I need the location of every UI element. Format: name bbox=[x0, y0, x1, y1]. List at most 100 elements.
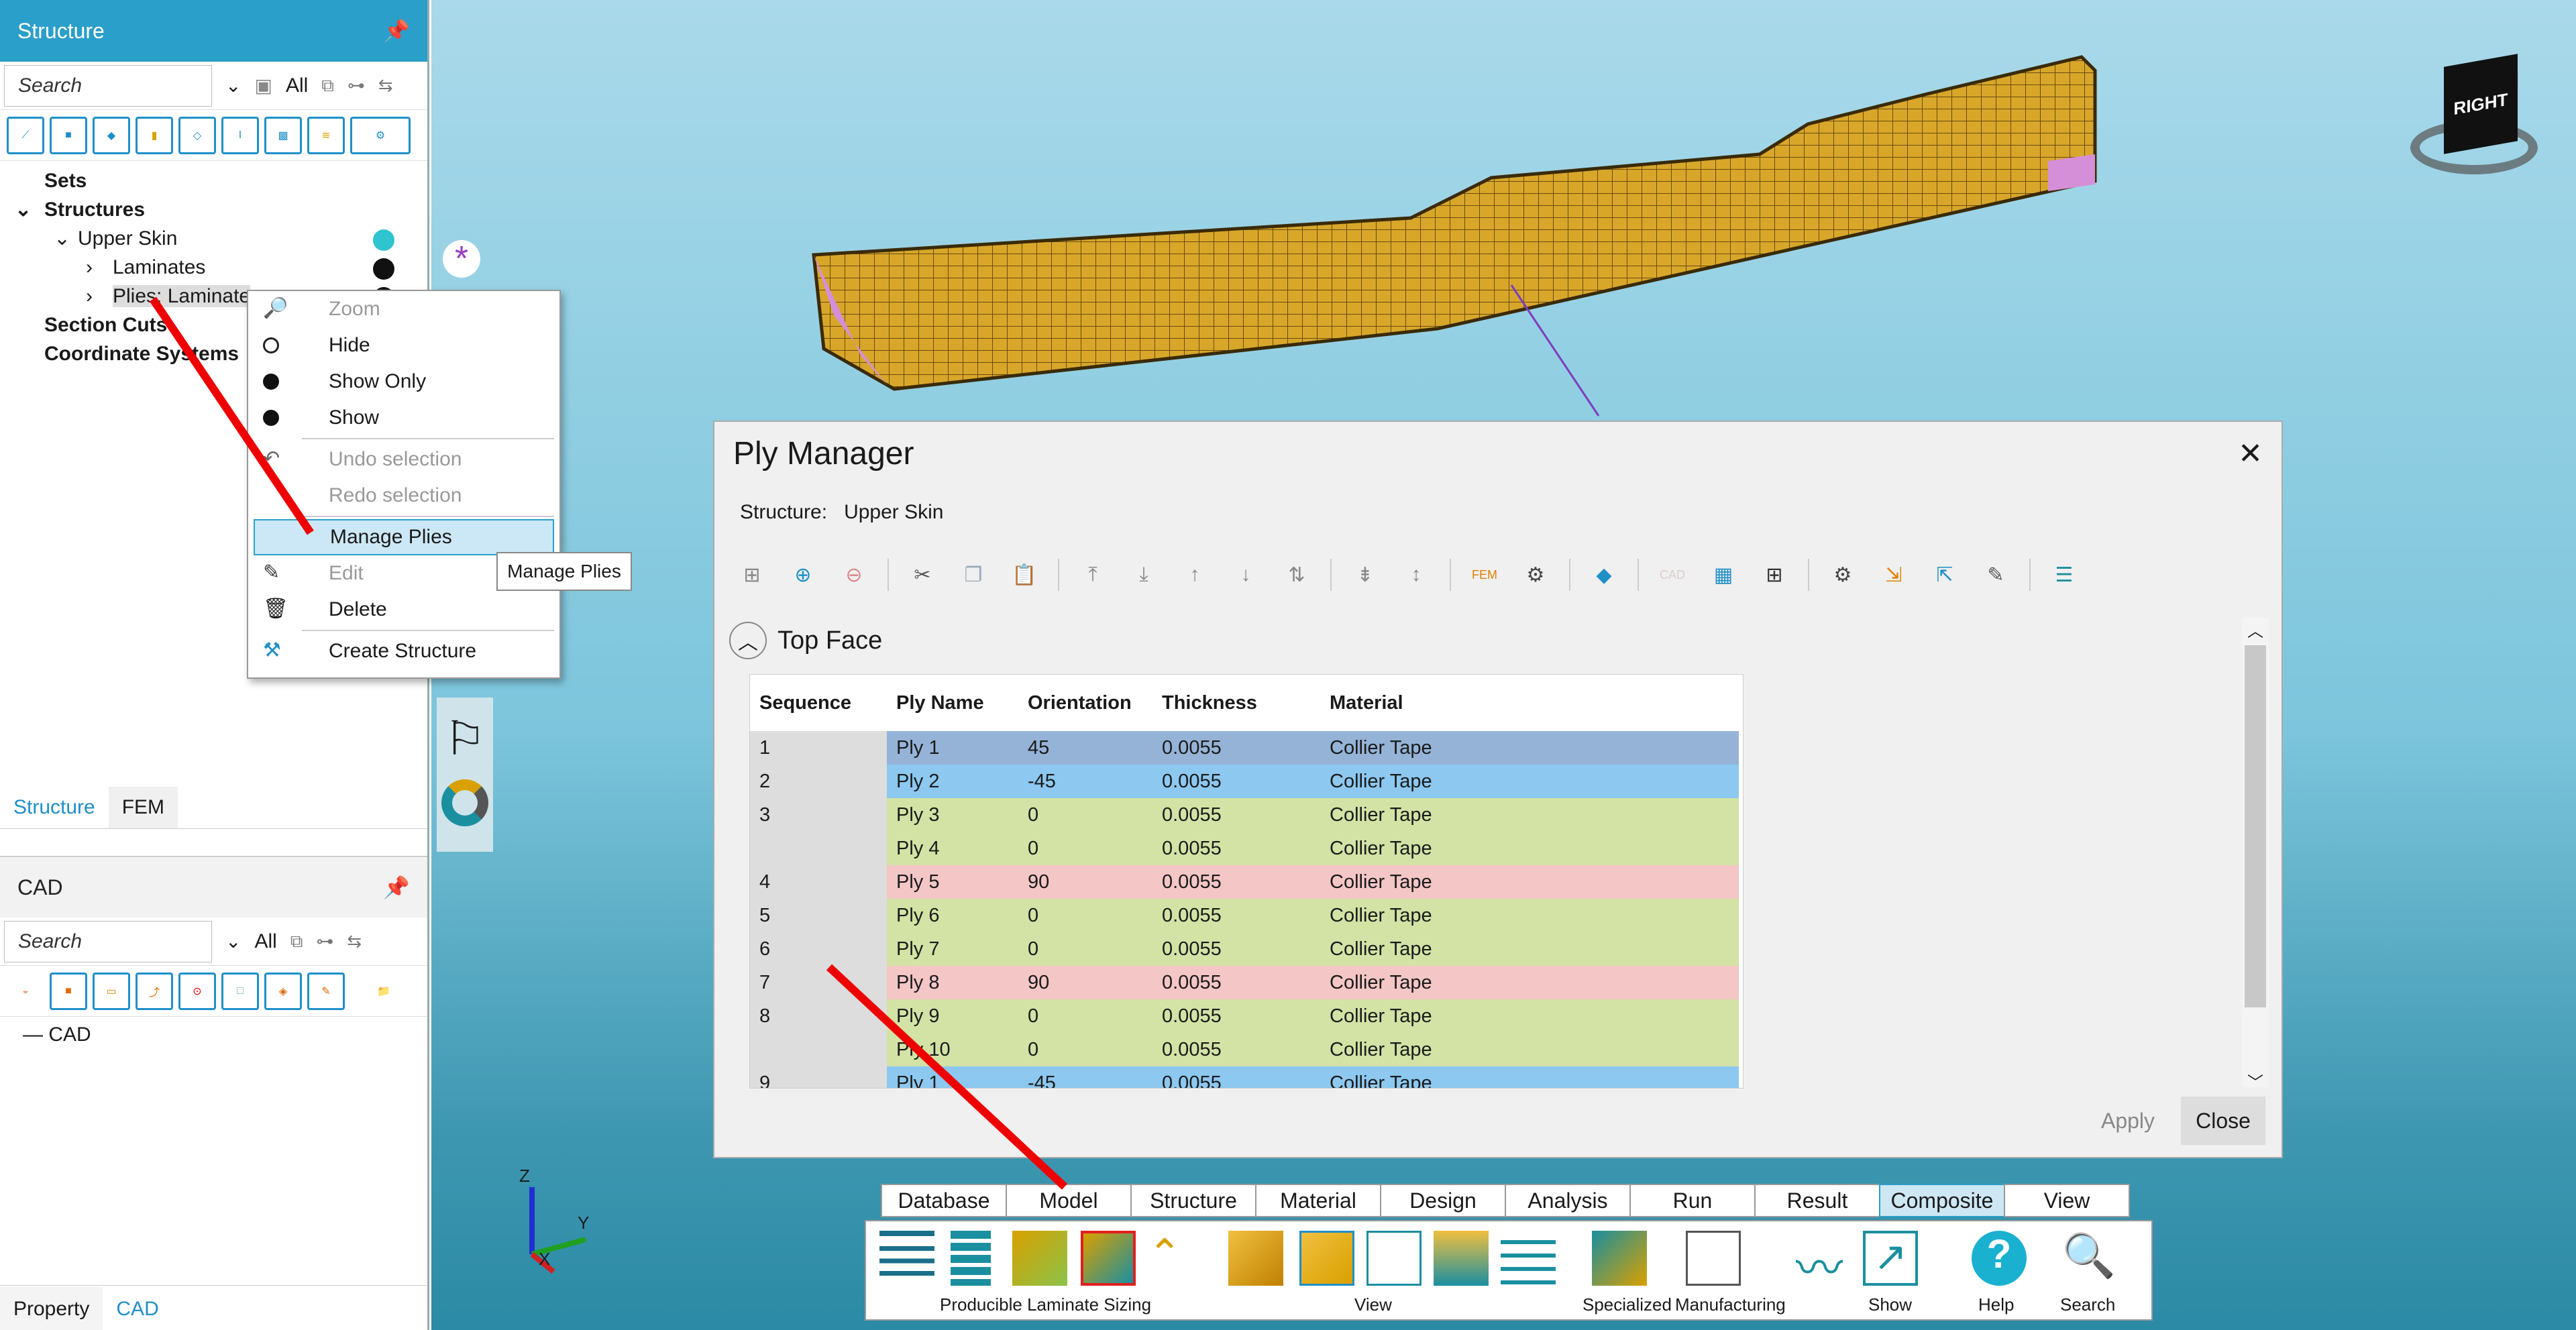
asterisk-icon[interactable]: * bbox=[443, 239, 480, 278]
filter-cube-icon[interactable]: ▣ bbox=[254, 74, 272, 97]
cad-surface-icon[interactable]: ▭ bbox=[93, 972, 130, 1010]
cad-tree-root[interactable]: — CAD bbox=[0, 1017, 427, 1046]
cell-thickness[interactable]: 0.0055 bbox=[1155, 865, 1323, 899]
move-up-icon[interactable]: ↑ bbox=[1177, 560, 1212, 590]
cell-ply-name[interactable]: Ply 9 bbox=[887, 999, 1021, 1033]
cell-sequence[interactable]: 1 bbox=[750, 731, 887, 765]
cell-thickness[interactable]: 0.0055 bbox=[1155, 932, 1323, 966]
grid-icon[interactable]: ▦ bbox=[1706, 560, 1741, 590]
cad-search-input[interactable]: Search bbox=[4, 920, 212, 962]
cell-ply-name[interactable]: Ply 4 bbox=[887, 832, 1021, 865]
cell-ply-name[interactable]: Ply 5 bbox=[887, 865, 1021, 899]
cell-orientation[interactable]: 0 bbox=[1021, 1033, 1155, 1066]
view-cube[interactable]: RIGHT bbox=[2410, 54, 2538, 181]
ribbon-tab-result[interactable]: Result bbox=[1754, 1184, 1880, 1217]
table-row[interactable]: 6 Ply 7 0 0.0055 Collier Tape bbox=[750, 932, 1743, 966]
ribbon-tab-material[interactable]: Material bbox=[1255, 1184, 1381, 1217]
cell-sequence[interactable]: 6 bbox=[750, 932, 887, 966]
all-filter[interactable]: All bbox=[254, 930, 276, 953]
menu-item-manage-plies[interactable]: Manage Plies bbox=[254, 519, 554, 555]
chevron-down-icon[interactable]: ⌄ bbox=[15, 195, 32, 224]
ribbon-tab-database[interactable]: Database bbox=[881, 1184, 1007, 1217]
chevron-down-icon[interactable]: ⌄ bbox=[225, 74, 241, 97]
search-icon[interactable]: 🔍 bbox=[2061, 1231, 2116, 1286]
panel-icon[interactable]: ◇ bbox=[178, 116, 216, 154]
remove-ply-icon[interactable]: ⊖ bbox=[837, 560, 871, 590]
color-dot-icon[interactable] bbox=[373, 258, 394, 280]
cad-point-icon[interactable]: ⊙ bbox=[178, 972, 216, 1010]
cell-ply-name[interactable]: Ply 8 bbox=[887, 966, 1021, 999]
manage-plies-icon[interactable] bbox=[1081, 1231, 1136, 1286]
cell-ply-name[interactable]: Ply 6 bbox=[887, 899, 1021, 932]
ribbon-tab-view[interactable]: View bbox=[2004, 1184, 2130, 1217]
cell-material[interactable]: Collier Tape bbox=[1323, 966, 1739, 999]
ribbon-tab-run[interactable]: Run bbox=[1629, 1184, 1756, 1217]
apply-button[interactable]: Apply bbox=[2084, 1097, 2171, 1145]
manufacturing-icon[interactable] bbox=[1686, 1231, 1741, 1286]
move-top-icon[interactable]: ⤒ bbox=[1075, 560, 1110, 590]
stack-view-icon[interactable]: ☰ bbox=[2047, 560, 2082, 590]
cell-thickness[interactable]: 0.0055 bbox=[1155, 798, 1323, 832]
cell-material[interactable]: Collier Tape bbox=[1323, 999, 1739, 1033]
menu-item-create-structure[interactable]: ⚒ Create Structure bbox=[248, 633, 559, 669]
add-ply-icon[interactable]: ⊞ bbox=[735, 560, 769, 590]
sort-icon[interactable]: ⇅ bbox=[1279, 560, 1314, 590]
show-export-icon[interactable]: ↗ bbox=[1863, 1231, 1918, 1286]
menu-item-hide[interactable]: Hide bbox=[248, 327, 559, 364]
cell-material[interactable]: Collier Tape bbox=[1323, 798, 1739, 832]
fem-to-cad-icon[interactable]: FEM bbox=[1467, 560, 1502, 590]
scrollbar[interactable]: ︿ ﹀ bbox=[2242, 618, 2269, 1092]
cell-sequence[interactable]: 2 bbox=[750, 765, 887, 798]
close-button[interactable]: Close bbox=[2181, 1097, 2265, 1145]
header-sequence[interactable]: Sequence bbox=[750, 675, 887, 731]
swap-icon[interactable]: ⇆ bbox=[347, 931, 362, 952]
expand-icon[interactable]: ↕ bbox=[1399, 560, 1434, 590]
cell-sequence[interactable]: 9 bbox=[750, 1066, 887, 1088]
table-row[interactable]: 1 Ply 1 45 0.0055 Collier Tape bbox=[750, 731, 1743, 765]
show-curve-icon[interactable]: 〰 bbox=[1796, 1231, 1851, 1294]
cell-thickness[interactable]: 0.0055 bbox=[1155, 1066, 1323, 1088]
cell-orientation[interactable]: 0 bbox=[1021, 832, 1155, 865]
cell-thickness[interactable]: 0.0055 bbox=[1155, 765, 1323, 798]
cell-thickness[interactable]: 0.0055 bbox=[1155, 1033, 1323, 1066]
flag-icon[interactable]: ⚐ bbox=[437, 711, 493, 766]
cad-edit-icon[interactable]: ✎ bbox=[307, 972, 345, 1010]
cell-orientation[interactable]: 90 bbox=[1021, 966, 1155, 999]
close-icon[interactable]: ✕ bbox=[2238, 437, 2263, 471]
gear-icon[interactable]: ⚙ bbox=[1518, 560, 1553, 590]
chevron-down-icon[interactable]: ⌄ bbox=[225, 930, 241, 952]
cell-orientation[interactable]: 90 bbox=[1021, 865, 1155, 899]
cell-material[interactable]: Collier Tape bbox=[1323, 865, 1739, 899]
table-icon[interactable]: ⊞ bbox=[1757, 560, 1792, 590]
cell-thickness[interactable]: 0.0055 bbox=[1155, 966, 1323, 999]
settings-icon[interactable]: ⚙ bbox=[1825, 560, 1860, 590]
menu-item-undo-selection[interactable]: ↶ Undo selection bbox=[248, 441, 559, 478]
cell-material[interactable]: Collier Tape bbox=[1323, 731, 1739, 765]
cell-sequence[interactable]: 4 bbox=[750, 865, 887, 899]
section-header[interactable]: ︿ Top Face bbox=[729, 622, 882, 659]
box-icon[interactable]: ▩ bbox=[264, 116, 302, 154]
cell-material[interactable]: Collier Tape bbox=[1323, 832, 1739, 865]
swap-icon[interactable]: ⇆ bbox=[378, 75, 393, 96]
cell-material[interactable]: Collier Tape bbox=[1323, 1066, 1739, 1088]
cell-orientation[interactable]: -45 bbox=[1021, 1066, 1155, 1088]
cell-thickness[interactable]: 0.0055 bbox=[1155, 899, 1323, 932]
color-wheel-icon[interactable] bbox=[441, 779, 488, 826]
cad-body-icon[interactable]: ◒ bbox=[7, 972, 44, 1010]
export-icon[interactable]: ⇱ bbox=[1927, 560, 1962, 590]
tab-structure[interactable]: Structure bbox=[0, 796, 109, 828]
copy-icon[interactable]: ❐ bbox=[956, 560, 991, 590]
cell-orientation[interactable]: 0 bbox=[1021, 798, 1155, 832]
import-icon[interactable]: ⇲ bbox=[1876, 560, 1911, 590]
all-filter[interactable]: All bbox=[286, 74, 308, 97]
ribbon-tab-composite[interactable]: Composite bbox=[1879, 1184, 2005, 1217]
collapse-chevron-icon[interactable]: ︿ bbox=[729, 622, 767, 659]
pin-icon[interactable]: 📌 bbox=[383, 875, 410, 900]
cell-orientation[interactable]: 0 bbox=[1021, 932, 1155, 966]
ply-layers-icon[interactable] bbox=[1012, 1231, 1067, 1286]
tab-fem[interactable]: FEM bbox=[108, 787, 178, 828]
chevron-right-icon[interactable]: › bbox=[86, 282, 93, 311]
ply-stack-icon[interactable]: ≋ bbox=[307, 116, 345, 154]
table-row[interactable]: 3 Ply 3 0 0.0055 Collier Tape bbox=[750, 798, 1743, 832]
cell-orientation[interactable]: 45 bbox=[1021, 731, 1155, 765]
